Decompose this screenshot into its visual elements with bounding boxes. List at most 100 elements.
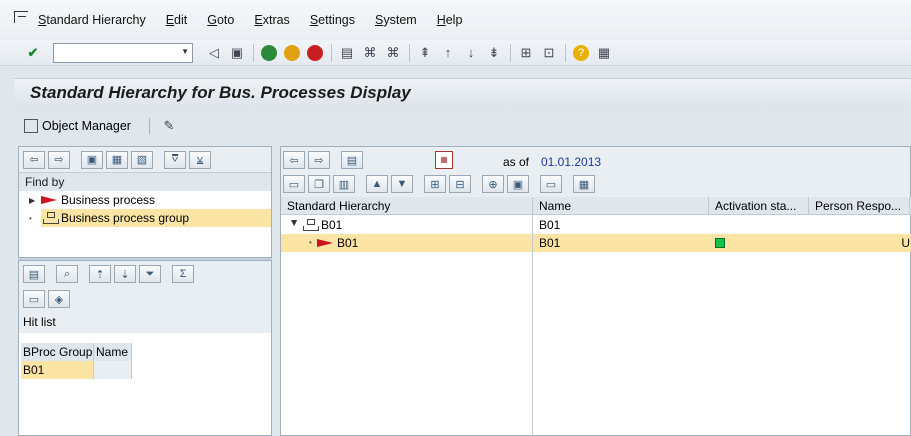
name-cell: B01 xyxy=(539,218,561,232)
column-header-activation-status[interactable]: Activation sta... xyxy=(709,197,809,214)
forward-arrow-icon[interactable]: ⇨ xyxy=(308,151,330,169)
hit-list-panel: ▤ ⌕ ⇡ ⇣ ⏷ Σ ▭ ◈ Hit list BProc Group Nam… xyxy=(18,260,272,436)
back-icon[interactable] xyxy=(260,44,278,62)
menu-goto[interactable]: Goto xyxy=(207,13,234,27)
sort-ascending-icon[interactable]: ⇡ xyxy=(89,265,111,283)
tree-item-label: Business process group xyxy=(61,211,190,225)
command-field[interactable] xyxy=(53,42,193,63)
menu-system[interactable]: System xyxy=(375,13,417,27)
export-icon[interactable]: ◈ xyxy=(48,290,70,308)
column-header-person-responsible[interactable]: Person Respo... xyxy=(809,197,910,214)
hierarchy-panel: ⇦ ⇨ ▤ ▦ as of 01.01.2013 ▭ ❐ ▥ ▲ ▼ ⊞ ⊟ ⊕… xyxy=(280,146,911,436)
move-up-icon[interactable]: ▲ xyxy=(366,175,388,193)
column-header-name[interactable]: Name xyxy=(94,343,132,361)
toolbar-separator xyxy=(409,43,410,62)
table-cell[interactable] xyxy=(94,361,132,379)
next-page-icon[interactable]: ↓ xyxy=(462,44,480,62)
object-manager-button[interactable]: Object Manager xyxy=(42,119,131,133)
first-page-icon[interactable]: ⇞ xyxy=(416,44,434,62)
selected-tree-item[interactable]: Business process group xyxy=(41,209,271,227)
new-session-icon[interactable]: ⊞ xyxy=(517,44,535,62)
find-icon[interactable]: ⌘ xyxy=(361,44,379,62)
sort-descending-icon[interactable]: ⇣ xyxy=(114,265,136,283)
enter-icon[interactable]: ✔ xyxy=(24,44,42,62)
sum-icon[interactable]: Σ xyxy=(172,265,194,283)
expand-subtree-icon[interactable]: ⊞ xyxy=(424,175,446,193)
layout-menu-icon[interactable]: ▦ xyxy=(595,44,613,62)
collapse-icon[interactable]: ⩣ xyxy=(189,150,211,169)
last-page-icon[interactable]: ⇟ xyxy=(485,44,503,62)
hierarchy-grid-header: Standard Hierarchy Name Activation sta..… xyxy=(281,197,911,215)
find-by-label: Find by xyxy=(19,173,271,191)
search-icon[interactable]: ⌕ xyxy=(56,265,78,283)
menu-edit[interactable]: Edit xyxy=(166,13,188,27)
forward-arrow-icon[interactable]: ⇨ xyxy=(48,150,70,169)
select-icon[interactable]: ▣ xyxy=(81,150,103,169)
create-icon[interactable]: ▭ xyxy=(283,175,305,193)
toolbar-separator xyxy=(148,118,150,134)
save-icon[interactable]: ▣ xyxy=(228,44,246,62)
shortcut-icon[interactable]: ⊡ xyxy=(540,44,558,62)
menu-help[interactable]: Help xyxy=(437,13,463,27)
as-of-label: as of xyxy=(503,155,530,169)
toolbar-separator xyxy=(565,43,566,62)
application-toolbar: Object Manager ✎ xyxy=(14,112,911,140)
table-row-selected[interactable]: • B01 B01 U xyxy=(281,234,911,252)
select-all-icon[interactable]: ▦ xyxy=(106,150,128,169)
insert-node-icon[interactable]: ⊕ xyxy=(482,175,504,193)
hierarchy-toolbar-row-2: ▭ ❐ ▥ ▲ ▼ ⊞ ⊟ ⊕ ▣ ▭ ▦ xyxy=(283,175,598,193)
column-header-standard-hierarchy[interactable]: Standard Hierarchy xyxy=(281,197,533,214)
column-divider xyxy=(532,197,533,436)
collapse-subtree-icon[interactable]: ⊟ xyxy=(449,175,471,193)
business-process-icon xyxy=(317,238,333,248)
menu-extras[interactable]: Extras xyxy=(254,13,289,27)
tree-item-label: Business process xyxy=(61,193,156,207)
menu-standard-hierarchy[interactable]: Standard Hierarchy xyxy=(38,13,146,27)
print-icon[interactable]: ▭ xyxy=(23,290,45,308)
details-icon[interactable]: ▤ xyxy=(23,265,45,283)
copy-icon[interactable]: ❐ xyxy=(308,175,330,193)
collapse-triangle-icon[interactable]: ▶ xyxy=(285,220,303,230)
list-icon[interactable]: ▤ xyxy=(341,151,363,169)
as-of-date[interactable]: 01.01.2013 xyxy=(541,155,601,169)
delete-icon[interactable]: ▥ xyxy=(333,175,355,193)
expand-triangle-icon[interactable]: ▶ xyxy=(29,196,41,205)
object-manager-toolbar: ⇦ ⇨ ▣ ▦ ▧ ⩢ ⩣ xyxy=(19,147,271,173)
print-icon[interactable]: ▤ xyxy=(338,44,356,62)
cancel-icon[interactable] xyxy=(306,44,324,62)
column-header-name[interactable]: Name xyxy=(533,197,709,214)
menu-settings[interactable]: Settings xyxy=(310,13,355,27)
layout-icon[interactable]: ▦ xyxy=(573,175,595,193)
find-next-icon[interactable]: ⌘ xyxy=(384,44,402,62)
filter-icon[interactable]: ⏷ xyxy=(139,265,161,283)
process-group-icon xyxy=(43,212,59,224)
hit-list-toolbar-2: ▭ ◈ xyxy=(19,287,271,311)
node-details-icon[interactable]: ▣ xyxy=(507,175,529,193)
column-header-bproc-group[interactable]: BProc Group xyxy=(21,343,94,361)
tree-item-business-process-group[interactable]: • Business process group xyxy=(19,209,271,227)
bullet-icon: • xyxy=(309,238,312,247)
table-cell[interactable]: B01 xyxy=(21,361,94,379)
move-down-icon[interactable]: ▼ xyxy=(391,175,413,193)
hierarchy-cell[interactable]: • B01 xyxy=(281,234,533,252)
collapse-icon[interactable]: ◁ xyxy=(205,44,223,62)
print-icon[interactable]: ▭ xyxy=(540,175,562,193)
help-icon[interactable]: ? xyxy=(572,44,590,62)
active-status-icon xyxy=(715,238,725,248)
tree-item-business-process[interactable]: ▶ Business process xyxy=(19,191,271,209)
deselect-icon[interactable]: ▧ xyxy=(131,150,153,169)
previous-page-icon[interactable]: ↑ xyxy=(439,44,457,62)
hit-list-label: Hit list xyxy=(19,311,271,333)
back-arrow-icon[interactable]: ⇦ xyxy=(23,150,45,169)
display-change-icon[interactable]: ✎ xyxy=(160,117,178,135)
back-arrow-icon[interactable]: ⇦ xyxy=(283,151,305,169)
table-header: BProc Group Name xyxy=(21,343,132,361)
exit-icon[interactable] xyxy=(283,44,301,62)
table-row[interactable]: B01 xyxy=(21,361,132,379)
page-title: Standard Hierarchy for Bus. Processes Di… xyxy=(30,83,411,102)
expand-icon[interactable]: ⩢ xyxy=(164,150,186,169)
table-row[interactable]: ▶ B01 B01 xyxy=(281,216,911,234)
hierarchy-cell[interactable]: ▶ B01 xyxy=(281,216,533,234)
system-menu-icon[interactable] xyxy=(14,11,28,23)
calendar-icon[interactable]: ▦ xyxy=(435,151,453,169)
